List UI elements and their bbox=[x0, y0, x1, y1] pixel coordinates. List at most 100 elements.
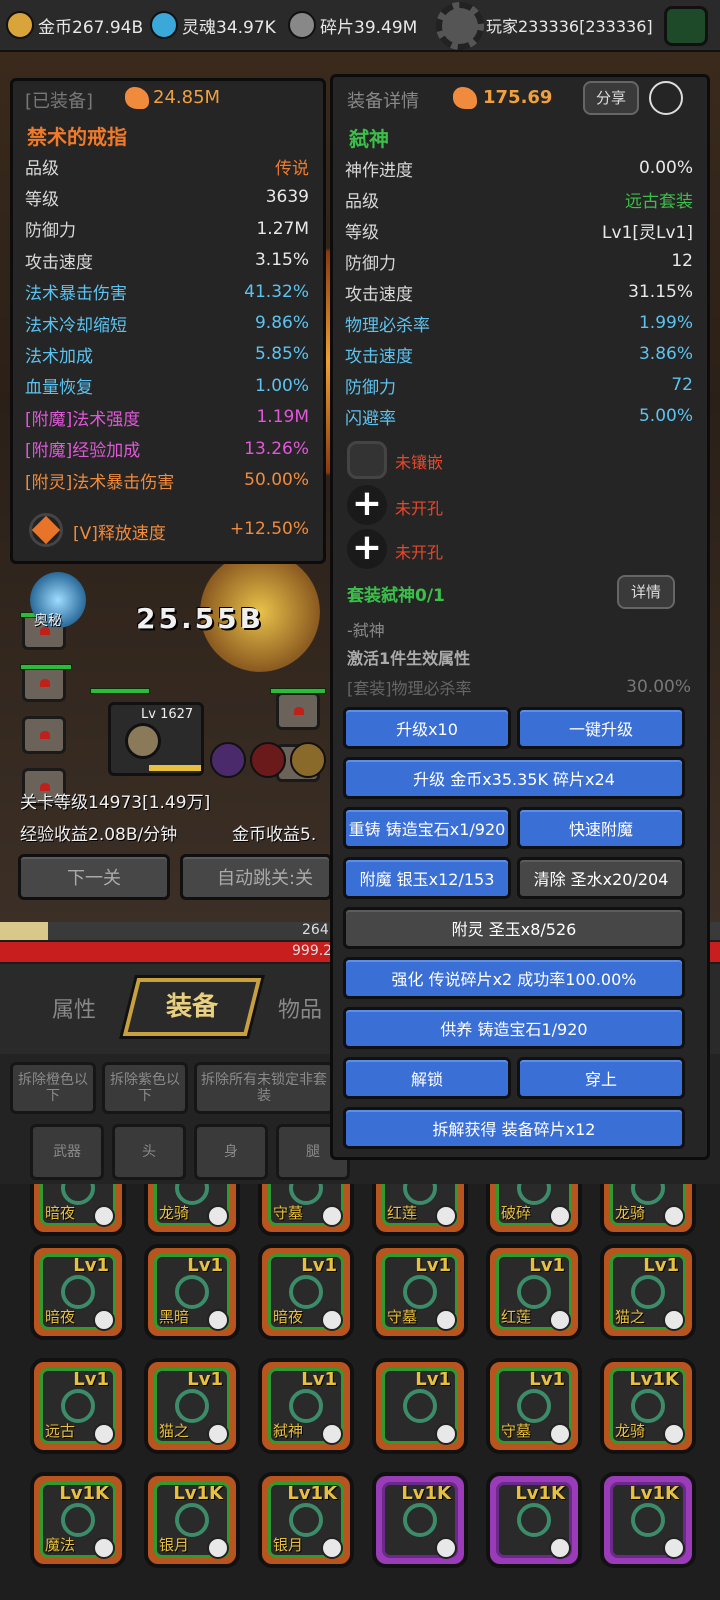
equipment-slot[interactable]: Lv1K bbox=[486, 1472, 582, 1568]
stat-label: 等级 bbox=[345, 222, 379, 243]
equipment-slot[interactable]: 破碎 bbox=[486, 1184, 582, 1236]
equipment-slot[interactable]: 守墓 bbox=[258, 1184, 354, 1236]
equipment-slot[interactable]: Lv1 暗夜 bbox=[258, 1244, 354, 1340]
slot-name: 龙骑 bbox=[159, 1204, 190, 1222]
dismantle-unlocked-button[interactable]: 拆除所有未锁定非套装 bbox=[194, 1062, 334, 1114]
pet-card[interactable]: Lv 1627 bbox=[108, 702, 204, 776]
slot-frame: Lv1K 龙骑 bbox=[610, 1368, 686, 1445]
slot-name: 猫之 bbox=[615, 1308, 646, 1326]
equipment-slot[interactable]: Lv1 守墓 bbox=[486, 1358, 582, 1454]
equipment-slot[interactable]: Lv1K bbox=[372, 1472, 468, 1568]
dismantle-orange-button[interactable]: 拆除橙色以下 bbox=[10, 1062, 96, 1114]
slot-name: 弑神 bbox=[273, 1422, 304, 1440]
empty-socket[interactable] bbox=[347, 441, 387, 479]
upgrade-button[interactable]: 升级 金币x35.35K 碎片x24 bbox=[343, 757, 685, 799]
equipment-slot[interactable]: Lv1K 魔法 bbox=[30, 1472, 126, 1568]
item-icon bbox=[289, 1389, 323, 1423]
equipped-item-panel: [已装备] 24.85M 禁术的戒指 品级 传说 等级 3639 防御力 1.27M 攻击速… bbox=[10, 78, 326, 564]
equipment-slot[interactable]: 龙骑 bbox=[144, 1184, 240, 1236]
slot-frame: 龙骑 bbox=[154, 1184, 230, 1227]
stat-row: 等级 Lv1[灵Lv1] bbox=[345, 215, 693, 245]
item-icon bbox=[403, 1503, 437, 1537]
stat-label: [附魔]法术强度 bbox=[25, 409, 141, 430]
slot-name: 守墓 bbox=[387, 1308, 418, 1326]
equipment-slot[interactable]: Lv1 远古 bbox=[30, 1358, 126, 1454]
gem-value: +12.50% bbox=[229, 519, 309, 539]
item-icon bbox=[61, 1275, 95, 1309]
enchant-button[interactable]: 附魔 银玉x12/153 bbox=[343, 857, 511, 899]
reforge-button[interactable]: 重铸 铸造宝石x1/920 bbox=[343, 807, 511, 849]
stat-label: 神作进度 bbox=[345, 160, 413, 181]
stat-value: 0.00% bbox=[638, 158, 693, 178]
equipment-slot[interactable]: Lv1K 银月 bbox=[144, 1472, 240, 1568]
tab-equipment-label: 装备 bbox=[165, 992, 218, 1022]
slot-frame: Lv1K 魔法 bbox=[40, 1482, 116, 1559]
equipment-slot[interactable]: Lv1 猫之 bbox=[144, 1358, 240, 1454]
equipment-slot[interactable]: Lv1 红莲 bbox=[486, 1244, 582, 1340]
equipment-slot[interactable]: Lv1 暗夜 bbox=[30, 1244, 126, 1340]
unlock-button[interactable]: 解锁 bbox=[343, 1057, 511, 1099]
slot-level: Lv1 bbox=[187, 1369, 223, 1390]
stat-row: [附魔]经验加成 13.26% bbox=[25, 434, 309, 464]
upgrade-x10-button[interactable]: 升级x10 bbox=[343, 707, 511, 749]
dismantle-button[interactable]: 拆解获得 装备碎片x12 bbox=[343, 1107, 685, 1149]
category-weapon[interactable]: 武器 bbox=[30, 1124, 104, 1180]
item-icon bbox=[61, 1503, 95, 1537]
hp-progress-text: 999.2 bbox=[292, 943, 333, 959]
skill-coin-icon[interactable] bbox=[290, 742, 326, 778]
equipment-slot[interactable]: 暗夜 bbox=[30, 1184, 126, 1236]
share-button[interactable]: 分享 bbox=[583, 81, 639, 115]
equipment-slot[interactable]: Lv1 bbox=[372, 1358, 468, 1454]
tab-attributes[interactable]: 属性 bbox=[52, 992, 96, 1024]
spirit-enchant-button[interactable]: 附灵 圣玉x8/526 bbox=[343, 907, 685, 949]
equipment-slot[interactable]: 龙骑 bbox=[600, 1184, 696, 1236]
category-head[interactable]: 头 bbox=[112, 1124, 186, 1180]
equipment-slot[interactable]: Lv1K bbox=[600, 1472, 696, 1568]
lock-icon bbox=[321, 1309, 343, 1331]
equipment-slot[interactable]: Lv1 弑神 bbox=[258, 1358, 354, 1454]
set-detail-button[interactable]: 详情 bbox=[617, 575, 675, 609]
skill-orb-icon[interactable] bbox=[210, 742, 246, 778]
next-stage-button[interactable]: 下一关 bbox=[18, 854, 170, 900]
item-icon bbox=[517, 1275, 551, 1309]
equipment-slot[interactable]: Lv1 守墓 bbox=[372, 1244, 468, 1340]
stat-row: 法术加成 5.85% bbox=[25, 339, 309, 369]
equipment-slot[interactable]: Lv1K 龙骑 bbox=[600, 1358, 696, 1454]
lock-icon bbox=[321, 1423, 343, 1445]
quick-enchant-button[interactable]: 快速附魔 bbox=[517, 807, 685, 849]
slot-name: 银月 bbox=[159, 1536, 190, 1554]
exp-progress-fill bbox=[0, 922, 48, 940]
enemy-pillar bbox=[276, 692, 320, 730]
auto-skip-button[interactable]: 自动跳关:关 bbox=[180, 854, 332, 900]
slot-level: Lv1 bbox=[301, 1369, 337, 1390]
equipment-slot[interactable]: Lv1K 银月 bbox=[258, 1472, 354, 1568]
tab-equipment[interactable]: 装备 bbox=[122, 978, 262, 1036]
category-body[interactable]: 身 bbox=[194, 1124, 268, 1180]
add-socket-icon[interactable]: + bbox=[347, 529, 387, 569]
dismantle-purple-button[interactable]: 拆除紫色以下 bbox=[102, 1062, 188, 1114]
slot-level: Lv1 bbox=[529, 1255, 565, 1276]
equipment-slot[interactable]: Lv1 猫之 bbox=[600, 1244, 696, 1340]
feed-button[interactable]: 供养 铸造宝石1/920 bbox=[343, 1007, 685, 1049]
settings-gear-icon[interactable] bbox=[436, 2, 484, 50]
set-activate: 激活1件生效属性 bbox=[347, 649, 471, 668]
tab-items[interactable]: 物品 bbox=[278, 992, 322, 1024]
stat-label: 攻击速度 bbox=[345, 346, 413, 367]
equipment-slot[interactable]: 红莲 bbox=[372, 1184, 468, 1236]
signal-icon[interactable] bbox=[664, 6, 708, 46]
lock-icon bbox=[207, 1537, 229, 1559]
one-click-upgrade-button[interactable]: 一键升级 bbox=[517, 707, 685, 749]
stat-row: 攻击速度 3.15% bbox=[25, 245, 309, 275]
stat-label: 法术暴击伤害 bbox=[25, 284, 127, 305]
equipment-slot[interactable]: Lv1 黑暗 bbox=[144, 1244, 240, 1340]
clear-enchant-button[interactable]: 清除 圣水x20/204 bbox=[517, 857, 685, 899]
add-socket-icon[interactable]: + bbox=[347, 485, 387, 525]
set-bonus-value: 30.00% bbox=[626, 677, 691, 697]
strengthen-button[interactable]: 强化 传说碎片x2 成功率100.00% bbox=[343, 957, 685, 999]
skill-claw-icon[interactable] bbox=[250, 742, 286, 778]
lock-icon[interactable] bbox=[649, 81, 683, 115]
wear-button[interactable]: 穿上 bbox=[517, 1057, 685, 1099]
stat-value: 12 bbox=[671, 251, 693, 271]
orange-gem-icon bbox=[31, 515, 61, 545]
slot-frame: 破碎 bbox=[496, 1184, 572, 1227]
